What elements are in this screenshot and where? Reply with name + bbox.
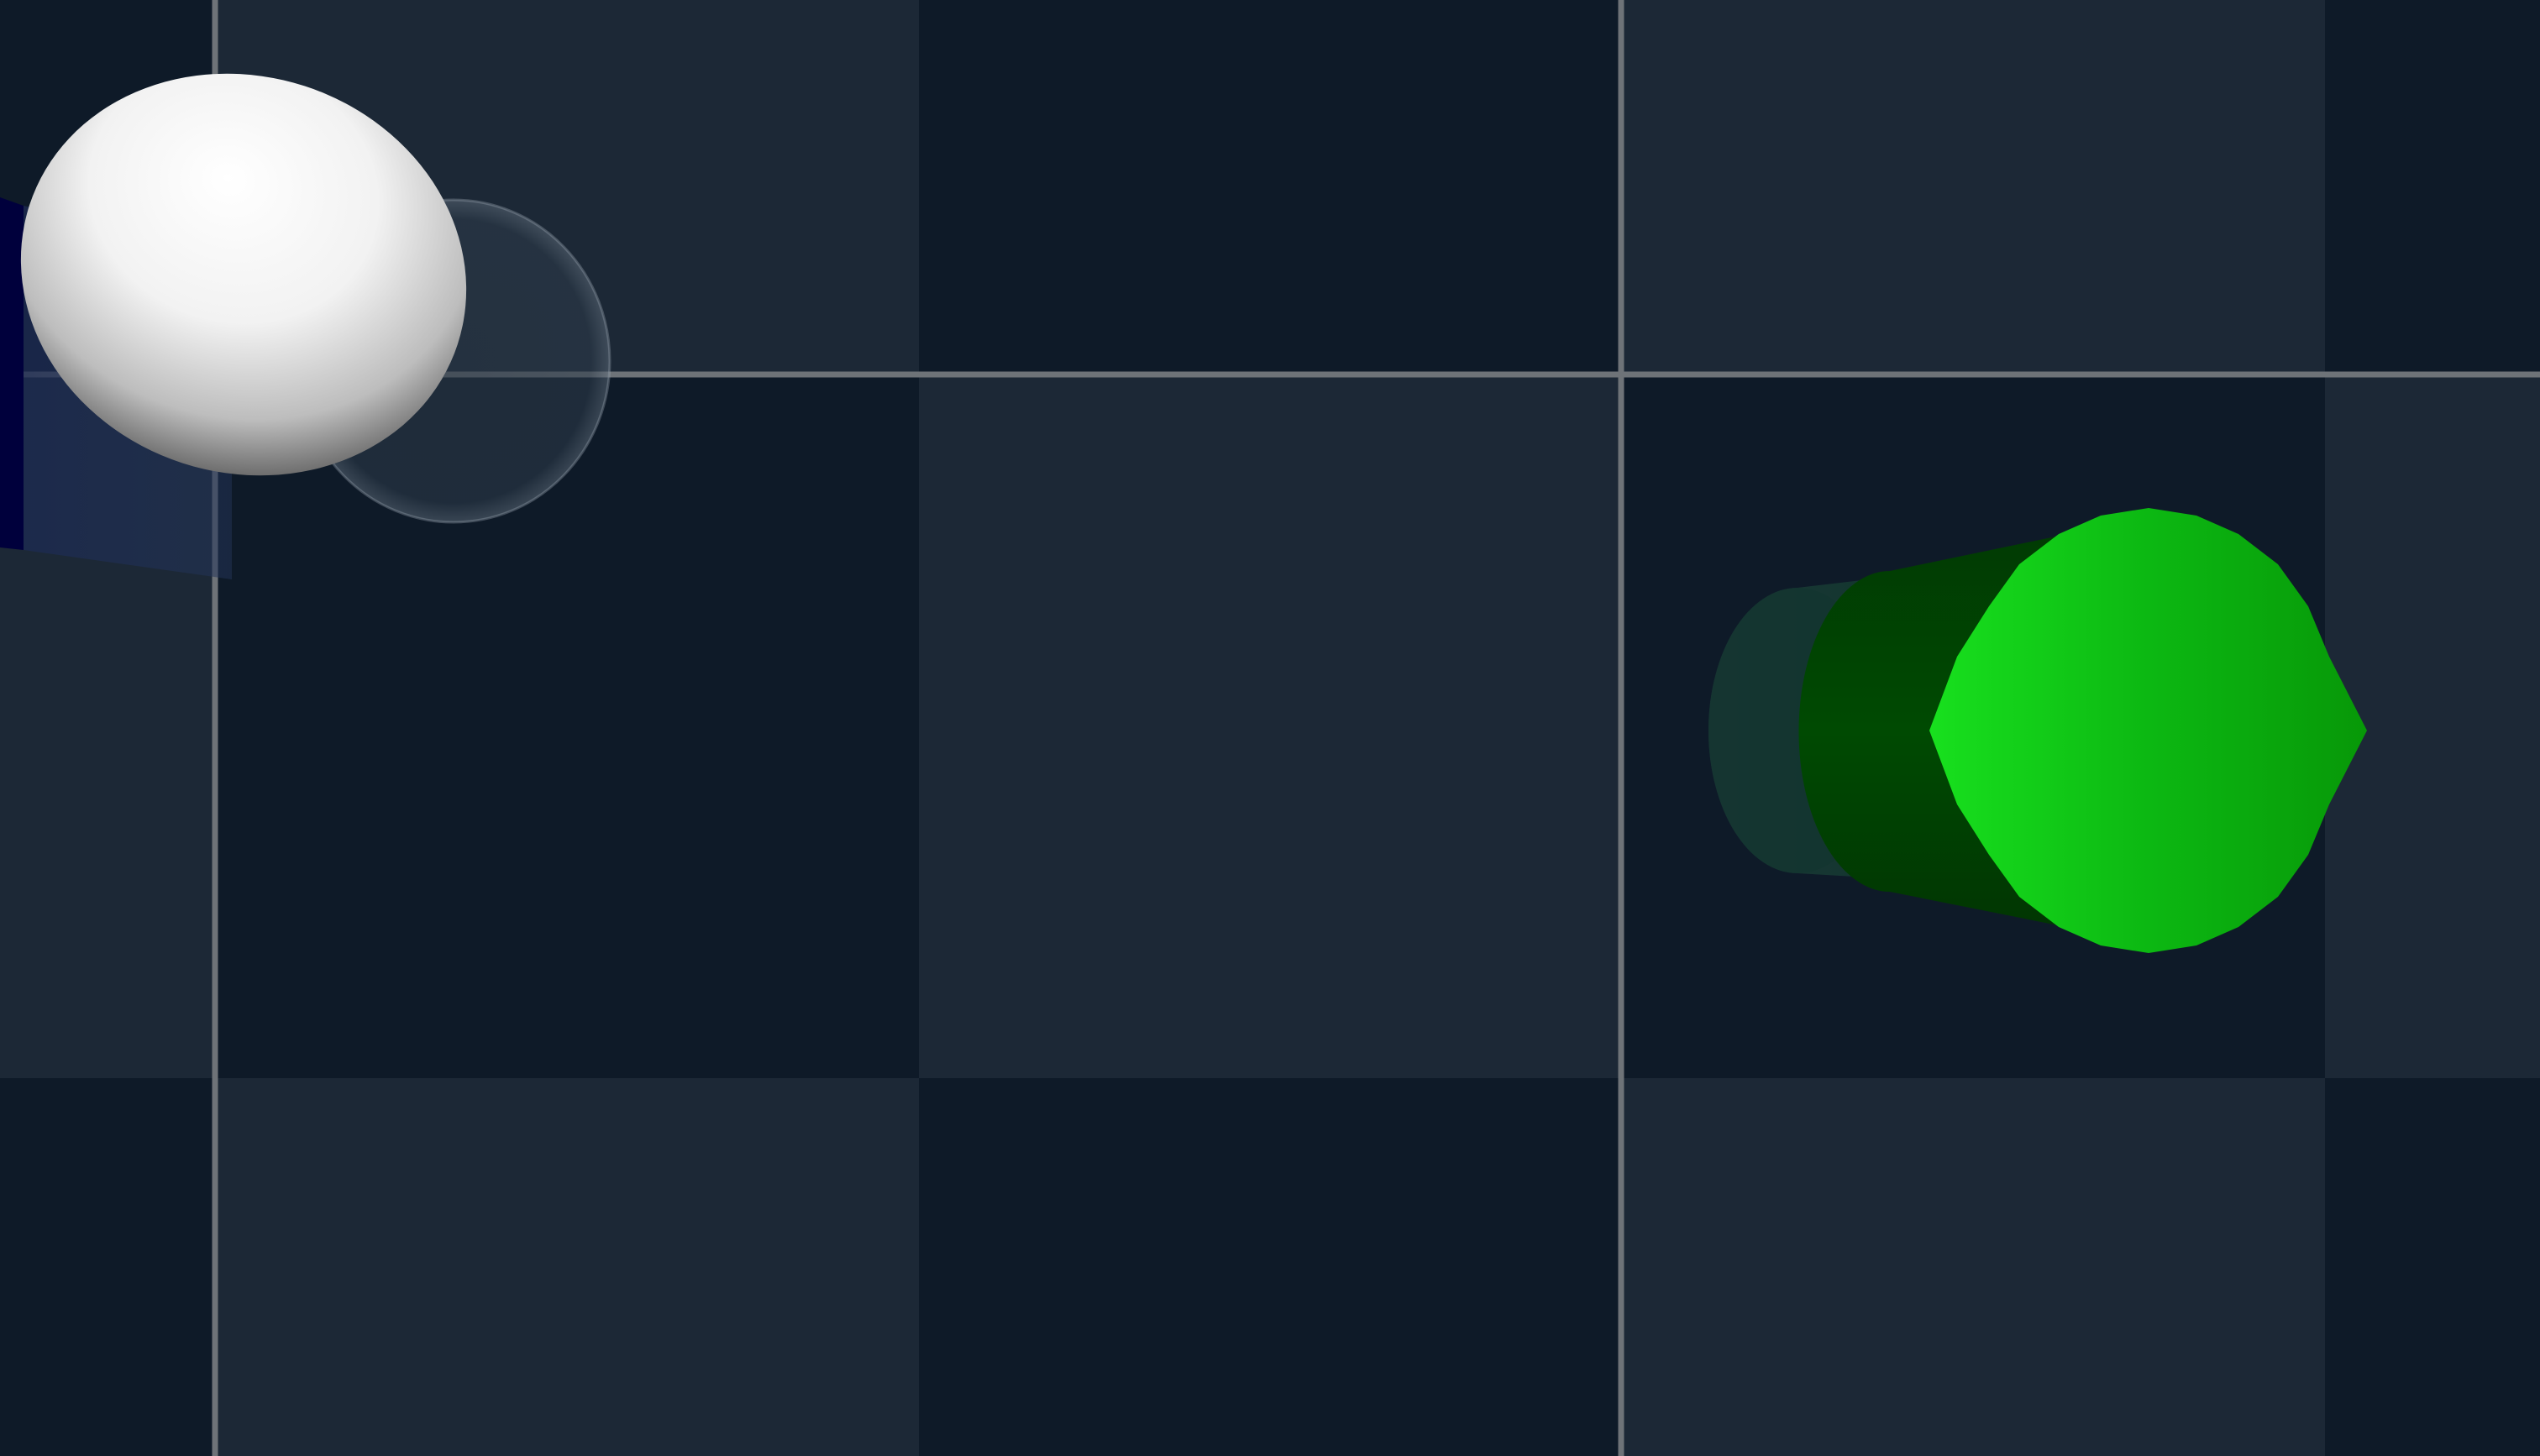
scene-canvas[interactable] xyxy=(0,0,2540,1456)
game-viewport[interactable] xyxy=(0,0,2540,1456)
